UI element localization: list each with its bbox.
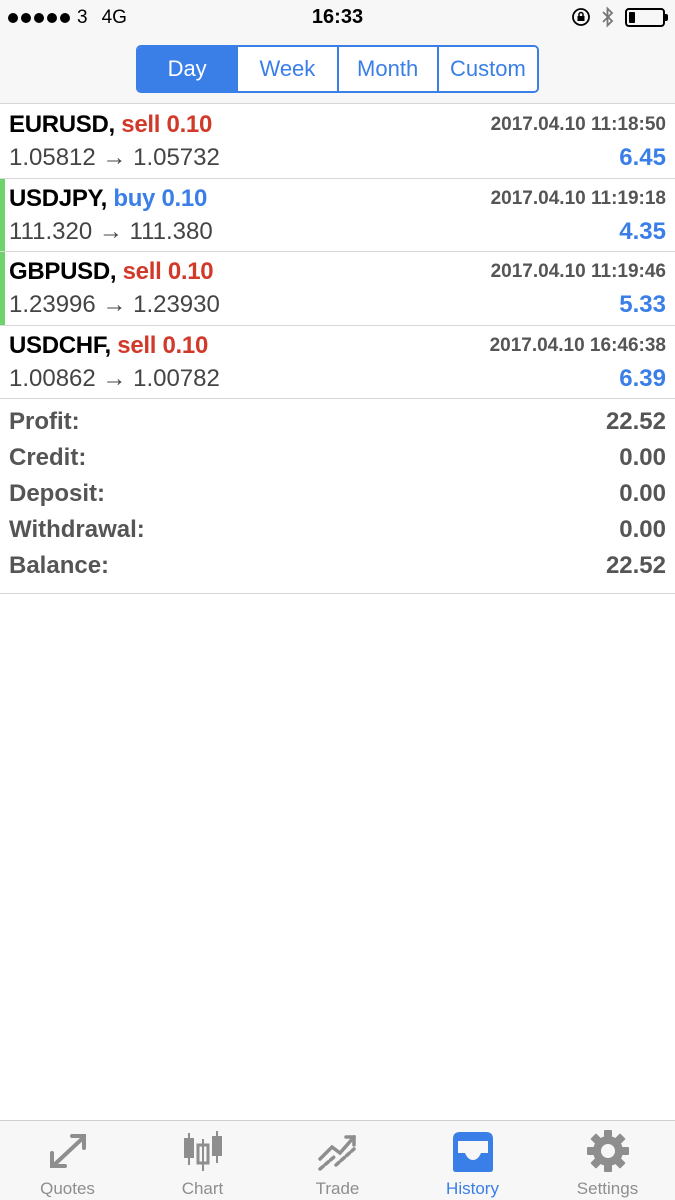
deal-row[interactable]: GBPUSD, sell 0.10 2017.04.10 11:19:46 1.… — [0, 252, 675, 326]
candlestick-chart-icon — [183, 1131, 222, 1171]
tab-label: Chart — [181, 1179, 224, 1198]
period-tab-custom[interactable]: Custom — [436, 47, 537, 91]
deal-row[interactable]: USDCHF, sell 0.10 2017.04.10 16:46:38 1.… — [0, 326, 675, 399]
deal-prices: 1.23996 → 1.23930 — [9, 291, 220, 318]
deal-profit: 5.33 — [619, 291, 666, 318]
summary-row-balance: Balance: 22.52 — [0, 550, 675, 586]
summary-label: Withdrawal: — [9, 516, 145, 543]
deal-type: sell 0.10 — [121, 111, 213, 138]
bluetooth-icon — [602, 6, 614, 28]
deal-time: 2017.04.10 11:19:46 — [490, 261, 666, 282]
quotes-arrows-icon — [49, 1134, 86, 1168]
period-tab-week[interactable]: Week — [236, 47, 337, 91]
summary-value: 22.52 — [605, 408, 666, 435]
deal-type: sell 0.10 — [122, 258, 214, 285]
tab-label: Settings — [576, 1179, 639, 1198]
bottom-tab-bar: Quotes Chart Trade History Settings — [0, 1120, 675, 1200]
deal-symbol: GBPUSD, — [9, 258, 117, 285]
deal-prices: 111.320 → 111.380 — [9, 217, 213, 245]
deal-title: USDJPY, buy 0.10 — [9, 185, 207, 213]
tab-settings[interactable]: Settings — [540, 1121, 675, 1200]
summary-label: Credit: — [9, 444, 87, 471]
deal-title: USDCHF, sell 0.10 — [9, 332, 208, 360]
status-bar: 3 4G 16:33 — [0, 0, 675, 36]
deal-profit: 6.45 — [619, 144, 666, 171]
summary-label: Profit: — [9, 408, 80, 435]
tab-chart[interactable]: Chart — [135, 1121, 270, 1200]
deal-symbol: EURUSD, — [9, 111, 115, 138]
tab-quotes[interactable]: Quotes — [0, 1121, 135, 1200]
tab-label: Quotes — [40, 1179, 95, 1198]
summary-row-deposit: Deposit: 0.00 — [0, 478, 675, 514]
inbox-tray-icon — [452, 1132, 493, 1172]
deal-type: buy 0.10 — [113, 184, 207, 212]
summary-value: 22.52 — [605, 552, 666, 579]
account-summary: Profit: 22.52 Credit: 0.00 Deposit: 0.00… — [0, 406, 675, 594]
period-header: Day Week Month Custom — [0, 36, 675, 104]
deal-title: GBPUSD, sell 0.10 — [9, 258, 214, 286]
summary-label: Deposit: — [9, 480, 105, 507]
summary-value: 0.00 — [619, 516, 666, 543]
deal-profit: 4.35 — [619, 217, 666, 245]
deal-row[interactable]: EURUSD, sell 0.10 2017.04.10 11:18:50 1.… — [0, 105, 675, 179]
deal-time: 2017.04.10 11:19:18 — [490, 187, 666, 209]
deal-time: 2017.04.10 16:46:38 — [489, 334, 666, 356]
deal-row[interactable]: USDJPY, buy 0.10 2017.04.10 11:19:18 111… — [0, 178, 675, 252]
summary-row-credit: Credit: 0.00 — [0, 442, 675, 478]
deal-time: 2017.04.10 11:18:50 — [490, 114, 666, 135]
battery-level — [629, 11, 635, 23]
status-right — [571, 6, 668, 28]
deal-prices: 1.05812 → 1.05732 — [9, 144, 220, 171]
deal-prices: 1.00862 → 1.00782 — [9, 364, 220, 392]
trend-line-icon — [317, 1135, 356, 1171]
summary-value: 0.00 — [619, 480, 666, 507]
summary-row-withdrawal: Withdrawal: 0.00 — [0, 514, 675, 550]
rotation-lock-icon — [572, 8, 590, 26]
summary-value: 0.00 — [619, 444, 666, 471]
deal-title: EURUSD, sell 0.10 — [9, 111, 212, 139]
tab-label: History — [446, 1179, 499, 1198]
deal-profit: 6.39 — [619, 364, 666, 392]
tab-history[interactable]: History — [405, 1121, 540, 1200]
summary-row-profit: Profit: 22.52 — [0, 406, 675, 442]
deal-symbol: USDCHF, — [9, 331, 111, 359]
tab-trade[interactable]: Trade — [270, 1121, 405, 1200]
period-tab-month[interactable]: Month — [336, 47, 437, 91]
summary-label: Balance: — [9, 552, 110, 579]
deals-list: EURUSD, sell 0.10 2017.04.10 11:18:50 1.… — [0, 105, 675, 399]
period-tab-day[interactable]: Day — [138, 47, 237, 91]
gear-icon — [586, 1130, 629, 1172]
deal-symbol: USDJPY, — [9, 184, 107, 212]
deal-type: sell 0.10 — [117, 331, 209, 359]
period-segmented-control: Day Week Month Custom — [136, 45, 539, 93]
battery-icon — [625, 7, 668, 27]
tab-label: Trade — [315, 1179, 360, 1198]
